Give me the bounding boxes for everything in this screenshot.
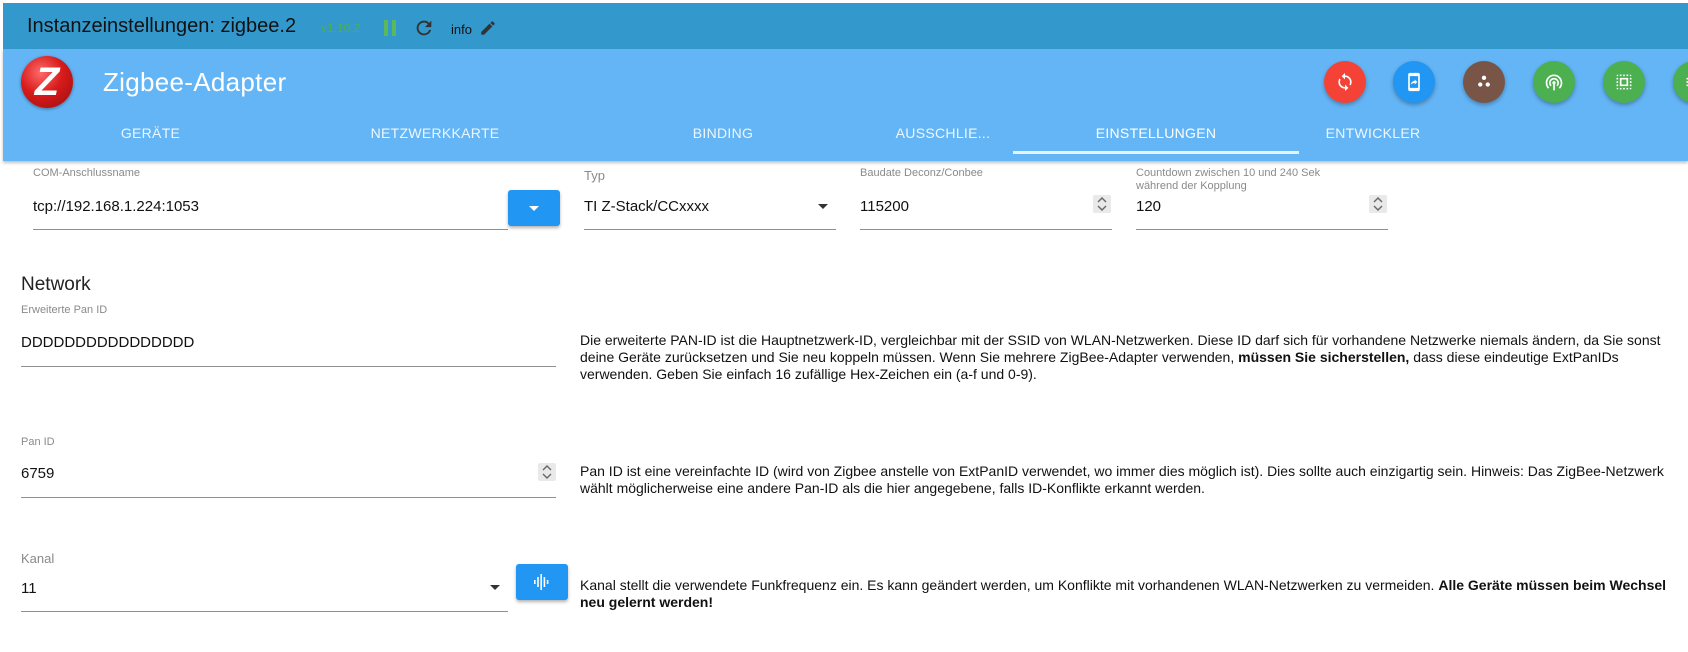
ext-pan-id-input[interactable]: DDDDDDDDDDDDDDDD [21, 334, 194, 351]
instance-title: Instanzeinstellungen: zigbee.2 [27, 15, 297, 37]
select-area-button[interactable] [1603, 61, 1645, 103]
zigbee-logo: Z [21, 56, 73, 108]
download-icon [1408, 72, 1420, 92]
com-port-dropdown-button[interactable] [508, 190, 560, 226]
ext-pan-id-underline [21, 366, 556, 367]
ext-pan-id-description: Die erweiterte PAN-ID ist die Hauptnetzw… [580, 332, 1680, 383]
stepper-arrows-icon [1097, 197, 1107, 211]
sync-icon [1338, 72, 1352, 92]
tab-bar: GERÄTE NETZWERKKARTE BINDING AUSSCHLIE..… [3, 117, 1688, 161]
channel-scan-button[interactable] [516, 564, 568, 600]
pan-id-underline [21, 497, 556, 498]
com-port-input[interactable]: tcp://192.168.1.224:1053 [33, 198, 199, 215]
pan-id-input[interactable]: 6759 [21, 465, 54, 482]
list-button[interactable] [1673, 61, 1688, 103]
sync-button[interactable] [1324, 61, 1366, 103]
adapter-title: Zigbee-Adapter [103, 67, 287, 97]
countdown-label-line1: Countdown zwischen 10 und 240 Sek [1136, 167, 1321, 179]
tab-settings[interactable]: EINSTELLUNGEN [1063, 117, 1249, 161]
download-button[interactable] [1393, 61, 1435, 103]
page: Instanzeinstellungen: zigbee.2 v1.10.2 i… [0, 0, 1688, 652]
list-icon [1686, 77, 1688, 87]
type-underline [584, 229, 836, 230]
caret-down-icon [529, 206, 539, 211]
tab-developer[interactable]: ENTWICKLER [1303, 117, 1443, 161]
pan-id-stepper[interactable] [538, 463, 556, 481]
channel-underline [21, 611, 508, 612]
pause-icon[interactable] [383, 20, 397, 36]
com-port-underline [33, 229, 508, 230]
countdown-stepper[interactable] [1369, 195, 1387, 213]
type-caret-icon[interactable] [818, 204, 828, 209]
reload-icon[interactable] [413, 17, 435, 39]
app-header: Z Zigbee-Adapter GERÄTE NETZWERKKARTE BI… [3, 49, 1688, 161]
ext-pan-id-desc-bold: müssen Sie sicherstellen, [1238, 349, 1410, 365]
channel-select[interactable]: 11 [21, 580, 37, 597]
radio-signal-button[interactable] [1533, 61, 1575, 103]
dots-button[interactable] [1463, 61, 1505, 103]
channel-label: Kanal [21, 551, 55, 566]
pan-id-description: Pan ID ist eine vereinfachte ID (wird vo… [580, 463, 1664, 496]
waveform-icon [534, 574, 549, 590]
active-tab-indicator [1013, 151, 1299, 154]
countdown-label-line2: während der Kopplung [1136, 180, 1247, 192]
dots-icon [1478, 75, 1490, 87]
stepper-arrows-icon [1373, 197, 1383, 211]
tab-network-map[interactable]: NETZWERKKARTE [360, 117, 510, 161]
radio-signal-icon [1545, 74, 1563, 91]
network-section-title: Network [21, 274, 91, 295]
baudrate-input[interactable]: 115200 [860, 198, 909, 215]
com-port-label: COM-Anschlussname [33, 167, 140, 179]
info-label[interactable]: info [451, 22, 472, 37]
tab-devices[interactable]: GERÄTE [78, 117, 223, 161]
version-label: v1.10.2 [321, 21, 361, 35]
logo-letter: Z [34, 60, 60, 104]
countdown-underline [1136, 229, 1388, 230]
pan-id-label: Pan ID [21, 436, 55, 448]
edit-icon[interactable] [479, 19, 497, 37]
tab-binding[interactable]: BINDING [653, 117, 793, 161]
ext-pan-id-label: Erweiterte Pan ID [21, 304, 108, 316]
countdown-input[interactable]: 120 [1136, 198, 1161, 215]
baudrate-stepper[interactable] [1093, 195, 1111, 213]
channel-caret-icon[interactable] [490, 585, 500, 590]
stepper-arrows-icon [542, 465, 552, 479]
tab-exclusions[interactable]: AUSSCHLIE... [873, 117, 1013, 161]
channel-description: Kanal stellt die verwendete Funkfrequenz… [580, 577, 1680, 611]
channel-desc-part1: Kanal stellt die verwendete Funkfrequenz… [580, 577, 1439, 593]
type-label: Typ [584, 168, 605, 183]
baudrate-label: Baudate Deconz/Conbee [860, 167, 983, 179]
instance-settings-bar: Instanzeinstellungen: zigbee.2 v1.10.2 i… [3, 3, 1688, 49]
select-area-icon [1616, 74, 1632, 90]
type-select[interactable]: TI Z-Stack/CCxxxx [584, 198, 709, 215]
baudrate-underline [860, 229, 1112, 230]
